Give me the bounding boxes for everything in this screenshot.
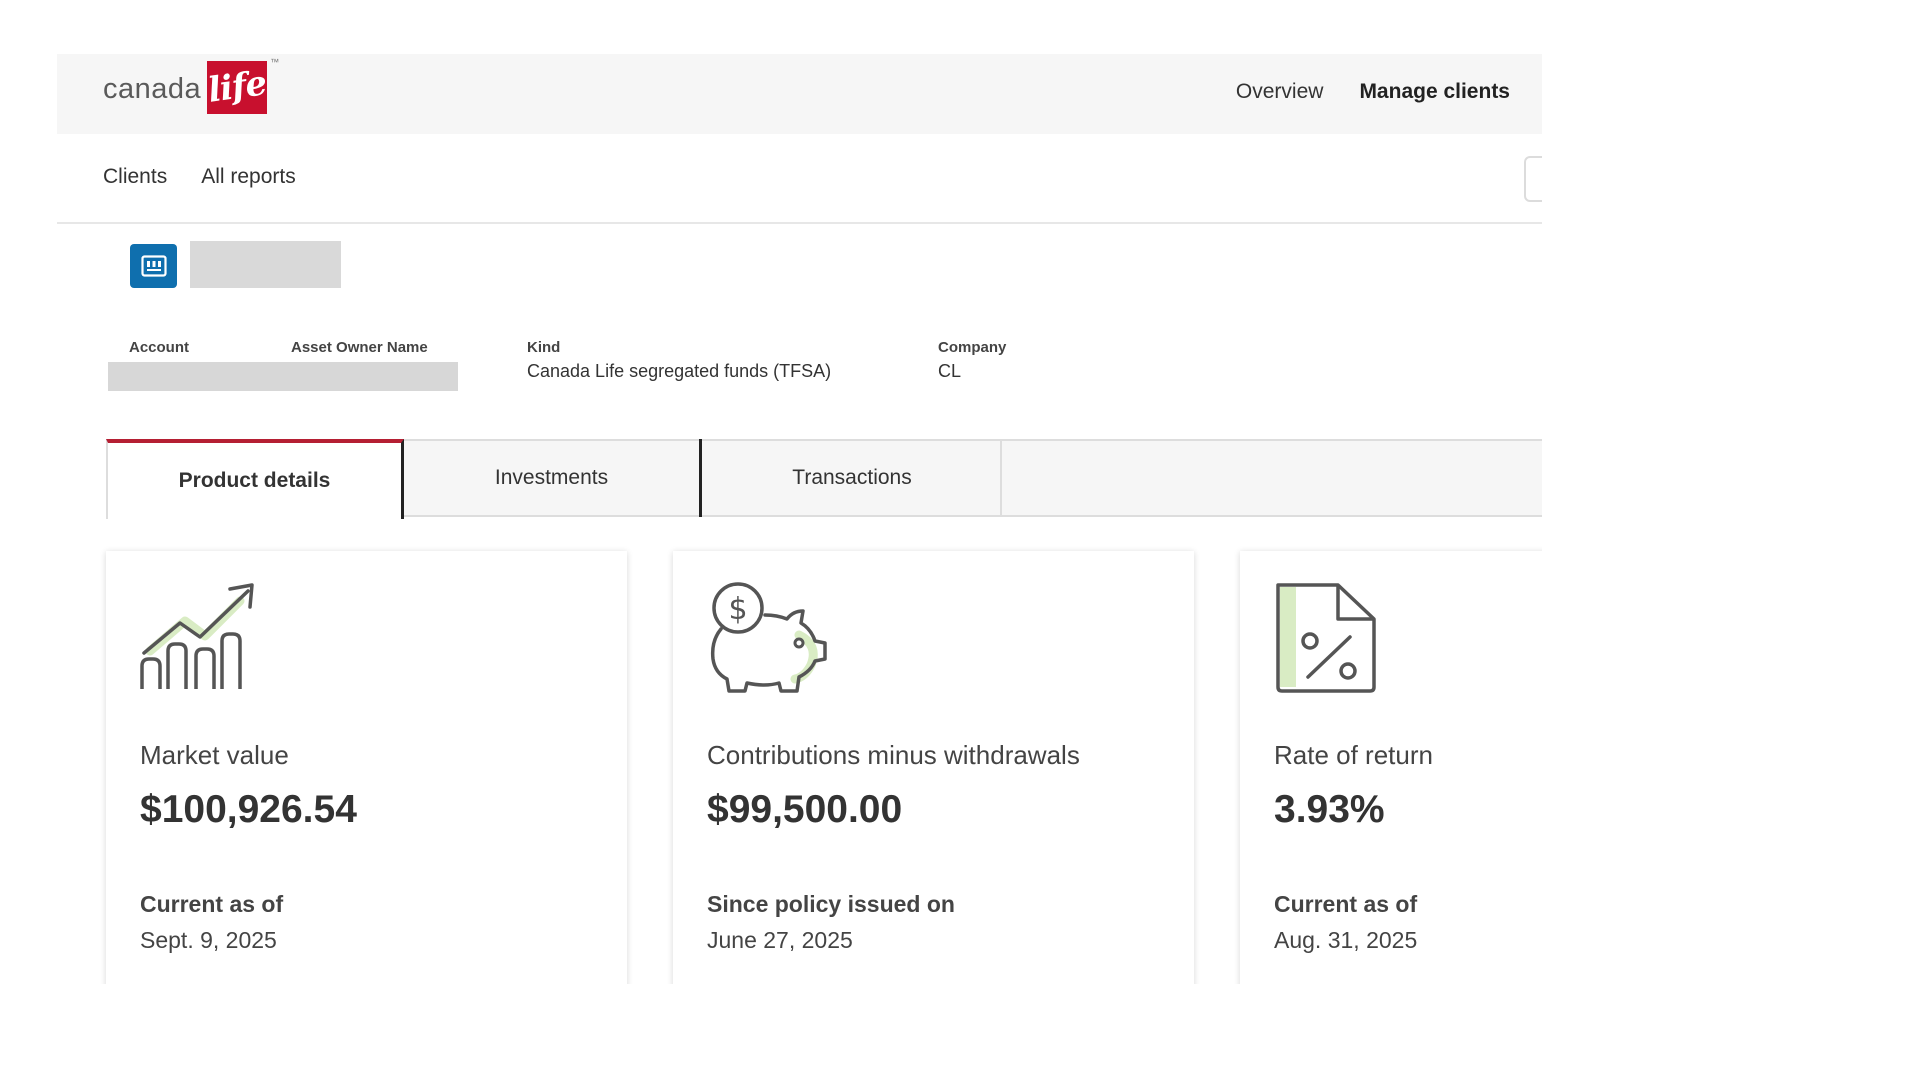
card-title: Rate of return [1274,740,1433,770]
card-value: 3.93% [1274,788,1385,831]
sub-nav-all-reports[interactable]: All reports [201,165,296,189]
card-sub-label: Current as of [1274,891,1418,917]
tab-product-details[interactable]: Product details [106,439,404,519]
logo-trademark: ™ [270,56,280,67]
card-sub-value: Sept. 9, 2025 [140,927,277,953]
kind-label: Kind [527,339,561,356]
contributions-card: $ Contributions minus withdrawals $99,50… [673,551,1194,984]
nav-overview[interactable]: Overview [1236,80,1324,104]
svg-text:$: $ [728,592,747,627]
company-value: CL [938,361,962,381]
account-name-redacted [190,241,341,288]
sub-nav-clients[interactable]: Clients [103,165,167,189]
top-header: canada life ™ Overview Manage clients [57,54,1542,134]
kind-value: Canada Life segregated funds (TFSA) [527,361,832,381]
card-sub-value: Aug. 31, 2025 [1274,927,1418,953]
percent-document-icon [1274,581,1398,693]
canada-life-logo[interactable]: canada life ™ [103,57,279,116]
rate-of-return-card: Rate of return 3.93% Current as of Aug. … [1240,551,1542,984]
sub-nav: Clients All reports [57,134,1542,224]
search-box-edge[interactable] [1524,156,1542,202]
card-sub-value: June 27, 2025 [707,927,853,953]
company-label: Company [938,339,1007,356]
asset-owner-label: Asset Owner Name [291,339,428,356]
card-title: Contributions minus withdrawals [707,740,1080,770]
logo-wordmark: canada [103,72,202,105]
card-title: Market value [140,740,289,770]
app-frame: canada life ™ Overview Manage clients Cl… [57,54,1542,984]
account-card-icon [130,244,177,288]
account-details-redacted [108,362,458,391]
nav-manage-clients[interactable]: Manage clients [1359,80,1510,104]
card-sub-label: Current as of [140,891,284,917]
sub-nav-links: Clients All reports [103,165,296,189]
account-label: Account [129,339,189,356]
viewport: canada life ™ Overview Manage clients Cl… [0,0,1920,1080]
piggy-bank-icon: $ [707,581,831,693]
tab-investments[interactable]: Investments [404,439,702,517]
market-value-card: Market value $100,926.54 Current as of S… [106,551,627,984]
tab-bar: Product details Investments Transactions [106,439,1542,519]
card-value: $99,500.00 [707,788,903,831]
logo-red-box: life ™ [205,57,279,114]
card-value: $100,926.54 [140,788,357,831]
growth-chart-icon [140,581,264,693]
card-sub-label: Since policy issued on [707,891,955,917]
logo-script: life [205,63,269,111]
tab-transactions[interactable]: Transactions [704,439,1002,517]
top-nav: Overview Manage clients [1236,80,1510,104]
